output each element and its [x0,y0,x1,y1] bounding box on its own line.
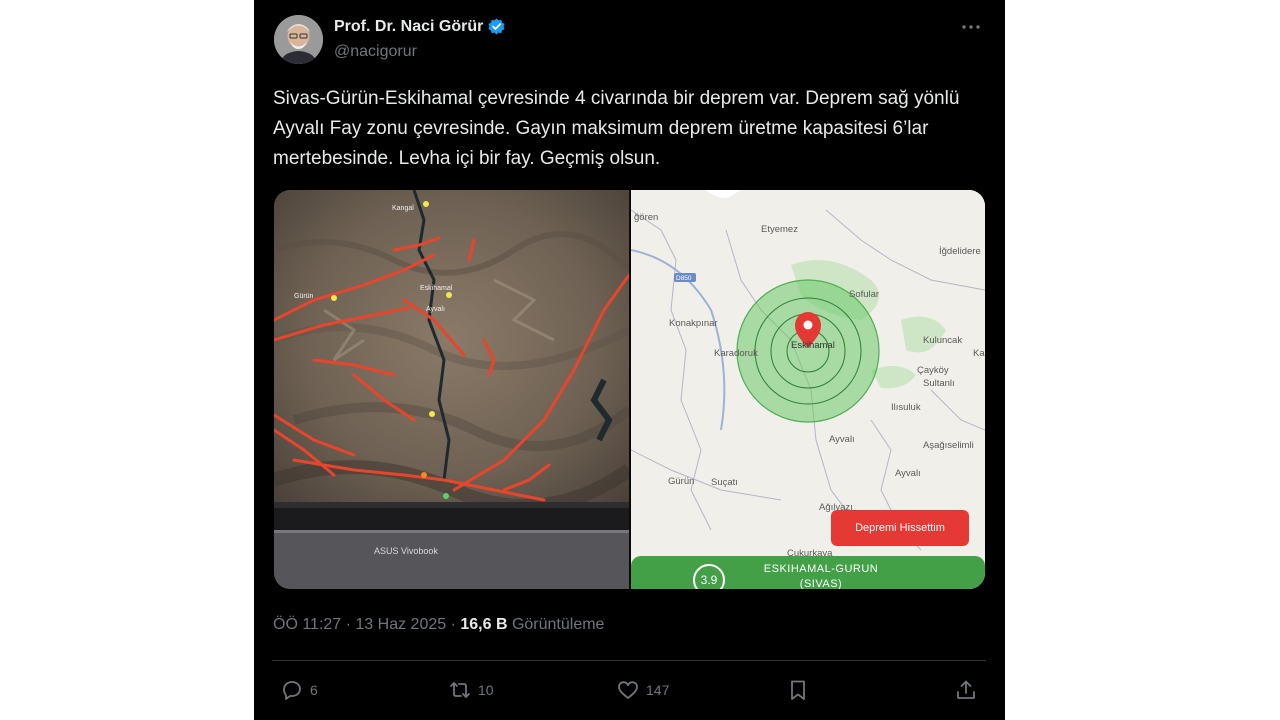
map-label-etyemez: Etyemez [761,224,798,235]
road-badge: D850 [676,275,692,282]
map-label-caykoy: Çayköy [917,365,949,376]
laptop-brand: ASUS Vivobook [374,546,438,556]
map-label-kuluncak: Kuluncak [923,335,963,346]
map-label-sultanli: Sultanlı [923,378,955,389]
map-label-ayvali-2: Ayvalı [895,468,921,479]
map-label-konakpinar: Konakpınar [669,318,718,329]
tweet-meta: ÖÖ 11:27 · 13 Haz 2025 · 16,6 B Görüntül… [273,616,604,634]
felt-earthquake-button[interactable]: Depremi Hissettim [831,510,969,546]
divider [272,660,986,661]
views-count: 16,6 B [460,616,508,633]
reply-icon [283,681,301,700]
map-label-gurun: Gürün [668,476,695,487]
map-label-soren: ğören [634,212,659,223]
avatar[interactable] [274,15,323,64]
magnitude-badge: 3.9 [693,564,725,589]
repost-count: 10 [478,682,494,698]
share-icon [957,680,975,699]
repost-icon [450,682,470,698]
author-name[interactable]: Prof. Dr. Naci Görür [334,17,506,36]
svg-text:Gürün: Gürün [294,293,314,300]
earthquake-location-line2: (SIVAS) [799,578,843,589]
tweet-text: Sivas-Gürün-Eskihamal çevresinde 4 civar… [273,88,960,169]
tweet-media[interactable]: Kangal Eskihamal Ayvalı Gürün ASUS Vivob… [274,190,985,589]
map-label-sofular: Sofular [849,289,880,300]
map-label-eskihamal: Eskihamal [791,340,835,351]
reply-count: 6 [310,682,318,698]
author-handle[interactable]: @nacigorur [334,43,417,61]
earthquake-info-bar[interactable]: 3.9 ESKIHAMAL-GURUN (SIVAS) [631,556,985,589]
satellite-fault-map-photo[interactable]: Kangal Eskihamal Ayvalı Gürün ASUS Vivob… [274,190,634,589]
like-count: 147 [646,682,670,698]
earthquake-location-line1: ESKIHAMAL-GURUN [763,563,879,575]
map-label-igdelidere: İğdelidere [939,246,981,257]
share-button[interactable] [954,677,978,703]
map-label-ayvali: Ayvalı [829,434,855,445]
svg-text:Kangal: Kangal [392,205,414,212]
map-label-ka: Ka [973,348,985,359]
like-button[interactable]: 147 [616,677,669,703]
bookmark-button[interactable] [786,677,810,703]
tweet-card: Prof. Dr. Naci Görür @nacigorur Sivas-Gü… [254,0,1005,720]
repost-button[interactable]: 10 [448,677,494,703]
verified-badge-icon [488,18,505,35]
heart-icon [618,681,638,699]
views-label: Görüntüleme [507,616,605,633]
svg-text:Eskihamal: Eskihamal [420,285,453,292]
map-label-karadoruk: Karadoruk [714,348,758,359]
map-label-asagiselimli: Aşağıselimli [923,440,974,451]
map-label-sucati: Suçatı [711,477,738,488]
author-name-text[interactable]: Prof. Dr. Naci Görür [334,18,483,36]
bookmark-icon [791,680,805,700]
more-options-icon[interactable] [959,14,983,38]
svg-text:Ayvalı: Ayvalı [426,306,445,313]
reply-button[interactable]: 6 [280,677,318,703]
map-label-ilisuluk: Ilısuluk [891,402,921,413]
earthquake-location: ESKIHAMAL-GURUN (SIVAS) [741,562,901,589]
earthquake-app-map[interactable]: D850 ğören Etyemez İğdelidere Sofular Ko… [631,190,985,589]
tweet-timestamp[interactable]: ÖÖ 11:27 · 13 Haz 2025 · [273,616,460,633]
